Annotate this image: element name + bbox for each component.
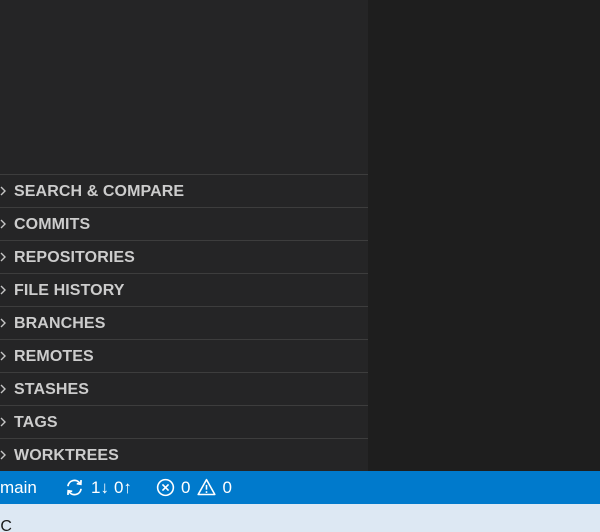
weather-temperature[interactable]: °C [0, 518, 12, 532]
error-count: 0 [181, 477, 191, 497]
branch-name: main [0, 477, 37, 497]
section-branches[interactable]: BRANCHES [0, 306, 368, 339]
section-file-history[interactable]: FILE HISTORY [0, 273, 368, 306]
chevron-right-icon [0, 449, 9, 461]
chevron-right-icon [0, 218, 9, 230]
problems-status-item[interactable]: 0 0 [155, 471, 232, 504]
section-label: WORKTREES [14, 447, 119, 464]
sidebar-sections: SEARCH & COMPARE COMMITS REPOSITORIES FI… [0, 174, 368, 471]
status-bar: main 1↓ 0↑ 0 0 [0, 471, 600, 504]
sidebar-empty-area [0, 0, 368, 174]
sync-outgoing-count: 0↑ [113, 477, 132, 497]
section-repositories[interactable]: REPOSITORIES [0, 240, 368, 273]
error-circle-icon [155, 477, 176, 498]
sync-incoming-count: 1↓ [91, 477, 109, 497]
chevron-right-icon [0, 383, 9, 395]
chevron-right-icon [0, 185, 9, 197]
chevron-right-icon [0, 350, 9, 362]
section-label: COMMITS [14, 216, 91, 233]
section-remotes[interactable]: REMOTES [0, 339, 368, 372]
section-label: STASHES [14, 381, 90, 398]
chevron-right-icon [0, 317, 9, 329]
section-label: FILE HISTORY [14, 282, 125, 299]
section-label: SEARCH & COMPARE [14, 183, 185, 200]
sidebar: SEARCH & COMPARE COMMITS REPOSITORIES FI… [0, 0, 368, 471]
warning-count: 0 [222, 477, 232, 497]
sync-status-item[interactable]: 1↓ 0↑ [64, 471, 132, 504]
section-stashes[interactable]: STASHES [0, 372, 368, 405]
section-tags[interactable]: TAGS [0, 405, 368, 438]
branch-status-item[interactable]: main [0, 471, 37, 504]
section-search-compare[interactable]: SEARCH & COMPARE [0, 174, 368, 207]
warning-triangle-icon [196, 477, 217, 498]
section-worktrees[interactable]: WORKTREES [0, 438, 368, 471]
chevron-right-icon [0, 284, 9, 296]
chevron-right-icon [0, 416, 9, 428]
section-label: REPOSITORIES [14, 249, 135, 266]
section-label: BRANCHES [14, 315, 106, 332]
section-label: TAGS [14, 414, 58, 431]
editor-area [368, 0, 600, 471]
section-label: REMOTES [14, 348, 94, 365]
sync-icon [64, 477, 85, 498]
app-window: SEARCH & COMPARE COMMITS REPOSITORIES FI… [0, 0, 600, 532]
taskbar: °C [0, 504, 600, 532]
section-commits[interactable]: COMMITS [0, 207, 368, 240]
chevron-right-icon [0, 251, 9, 263]
